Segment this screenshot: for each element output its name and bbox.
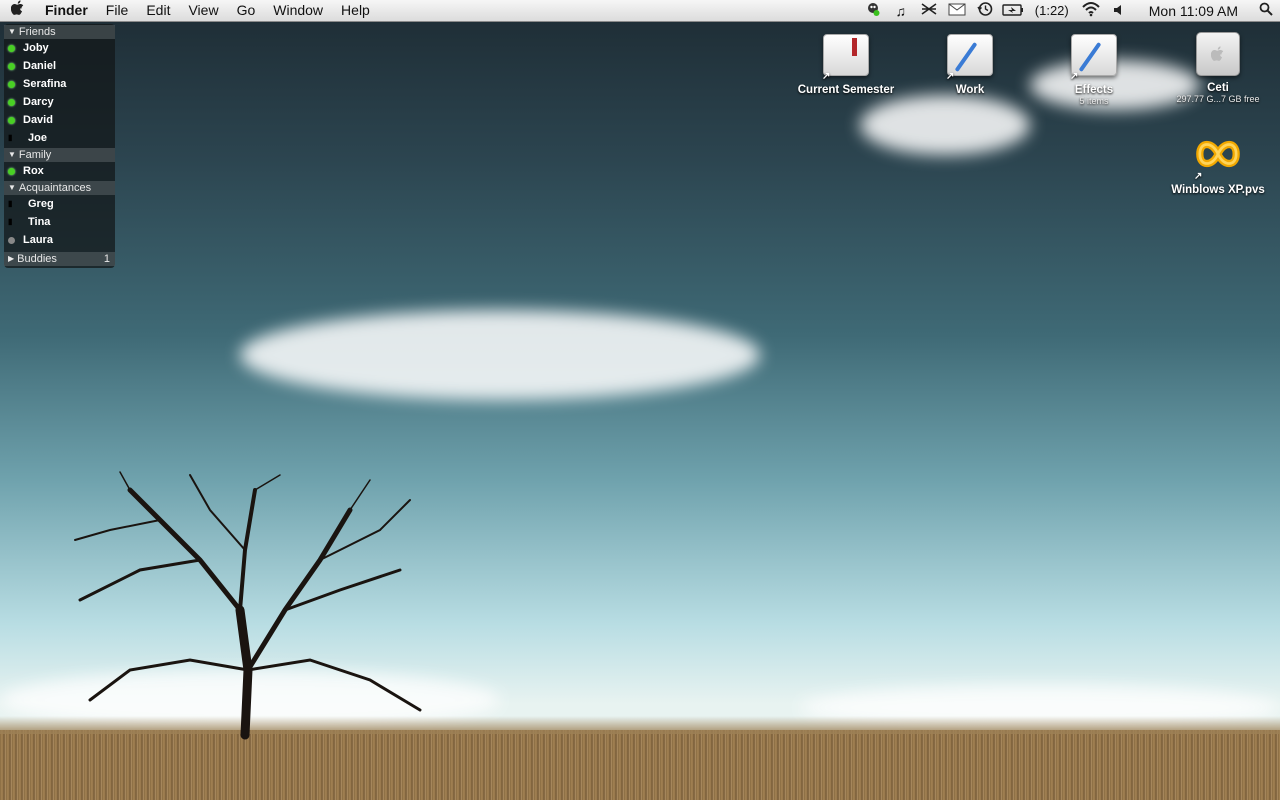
mail-envelope-icon[interactable] [943,3,971,19]
alias-arrow-icon: ↗ [1194,171,1203,182]
folder-bookmark-icon: ↗ [822,34,870,82]
buddy-item[interactable]: Serafina [4,75,115,93]
buddy-name: Serafina [23,78,67,90]
away-status-icon [8,236,15,244]
desktop-icon-label: Ceti [1207,82,1229,94]
wallpaper-cloud [240,310,760,400]
buddy-list-window: ▼ Friends Joby Daniel Serafina Darcy Dav… [4,24,115,268]
disclosure-triangle-down-icon[interactable]: ▼ [8,25,16,39]
buddy-name: David [23,114,53,126]
buddy-name: Joby [23,42,49,54]
buddy-item[interactable]: ▮ Tina [4,213,115,231]
wallpaper-tree [74,471,422,740]
hard-drive-icon [1194,32,1242,80]
desktop-icon-effects[interactable]: ↗ Effects 5 items [1039,30,1149,106]
buddy-item[interactable]: Joby [4,39,115,57]
desktop-icon-label: Work [955,84,985,96]
group-name: Acquaintances [18,182,92,194]
desktop-icon-winblows-xp[interactable]: ↗ Winblows XP.pvs [1163,132,1273,196]
buddy-name: Joe [28,132,47,144]
group-header-acquaintances[interactable]: ▼ Acquaintances [4,181,115,195]
menu-go[interactable]: Go [228,0,265,21]
buddy-item[interactable]: Daniel [4,57,115,75]
buddy-item[interactable]: Darcy [4,93,115,111]
menu-edit[interactable]: Edit [137,0,179,21]
buddy-item[interactable]: ▮ Greg [4,195,115,213]
desktop-icon-label: Effects [1074,84,1114,96]
wallpaper-cloud [860,95,1030,155]
disclosure-triangle-down-icon[interactable]: ▼ [8,181,16,195]
buddy-name: Daniel [23,60,57,72]
disclosure-triangle-down-icon[interactable]: ▼ [8,148,16,162]
disclosure-triangle-right-icon[interactable]: ▶ [8,252,14,266]
group-header-buddies[interactable]: ▶ Buddies 1 [4,252,115,266]
buddy-item[interactable]: David [4,111,115,129]
online-status-icon [8,44,15,52]
desktop-icon-work[interactable]: ↗ Work [915,30,1025,96]
desktop-icon-subtitle: 297.77 G...7 GB free [1176,94,1260,104]
online-status-icon [8,116,15,124]
buddy-name: Tina [28,216,51,228]
adium-duck-icon[interactable] [859,1,887,20]
menu-window[interactable]: Window [264,0,332,21]
online-status-icon [8,80,15,88]
buddy-name: Laura [23,234,53,246]
buddy-item[interactable]: ▮ Joe [4,129,115,147]
desktop-icon-subtitle: 5 items [1079,96,1109,106]
buddy-name: Darcy [23,96,54,108]
folder-pen-icon: ↗ [1070,34,1118,82]
apple-menu-icon[interactable] [0,0,36,21]
group-count: 1 [103,253,110,265]
menu-view[interactable]: View [179,0,227,21]
sync-disabled-icon[interactable] [915,2,943,19]
time-machine-icon[interactable] [971,1,999,20]
buddy-item[interactable]: Laura [4,231,115,249]
mobile-phone-icon: ▮ [8,133,13,142]
group-header-family[interactable]: ▼ Family [4,148,115,162]
desktop-icon-current-semester[interactable]: ↗ Current Semester [791,30,901,96]
wallpaper-grass [0,716,1280,800]
buddy-name: Rox [23,165,44,177]
desktop-icon-ceti[interactable]: Ceti 297.77 G...7 GB free [1163,30,1273,104]
alias-arrow-icon: ↗ [822,71,831,82]
itunes-note-icon[interactable]: ♫ [887,3,915,19]
menubar-clock[interactable]: Mon 11:09 AM [1133,3,1252,19]
desktop-icon-label: Winblows XP.pvs [1171,184,1265,196]
menu-extras: ♫ (1:22) Mon 11:09 AM [859,0,1280,21]
online-status-icon [8,167,15,175]
spotlight-search-icon[interactable] [1252,2,1280,19]
group-name: Friends [18,26,56,38]
alias-arrow-icon: ↗ [1070,71,1079,82]
menu-finder[interactable]: Finder [36,0,97,21]
folder-pen-icon: ↗ [946,34,994,82]
menu-help[interactable]: Help [332,0,379,21]
group-name: Buddies [17,253,57,265]
battery-icon[interactable] [999,3,1027,19]
online-status-icon [8,98,15,106]
menu-file[interactable]: File [97,0,138,21]
mobile-phone-icon: ▮ [8,217,13,226]
battery-time[interactable]: (1:22) [1027,3,1077,18]
menu-bar: Finder File Edit View Go Window Help ♫ (… [0,0,1280,22]
online-status-icon [8,62,15,70]
buddy-item[interactable]: Rox [4,162,115,180]
desktop-icon-label: Current Semester [797,84,895,96]
group-header-friends[interactable]: ▼ Friends [4,25,115,39]
parallels-icon: ↗ [1194,134,1242,182]
volume-speaker-icon[interactable] [1105,3,1133,19]
mobile-phone-icon: ▮ [8,199,13,208]
buddy-name: Greg [28,198,54,210]
group-name: Family [18,149,52,161]
alias-arrow-icon: ↗ [946,71,955,82]
wifi-icon[interactable] [1077,1,1105,20]
